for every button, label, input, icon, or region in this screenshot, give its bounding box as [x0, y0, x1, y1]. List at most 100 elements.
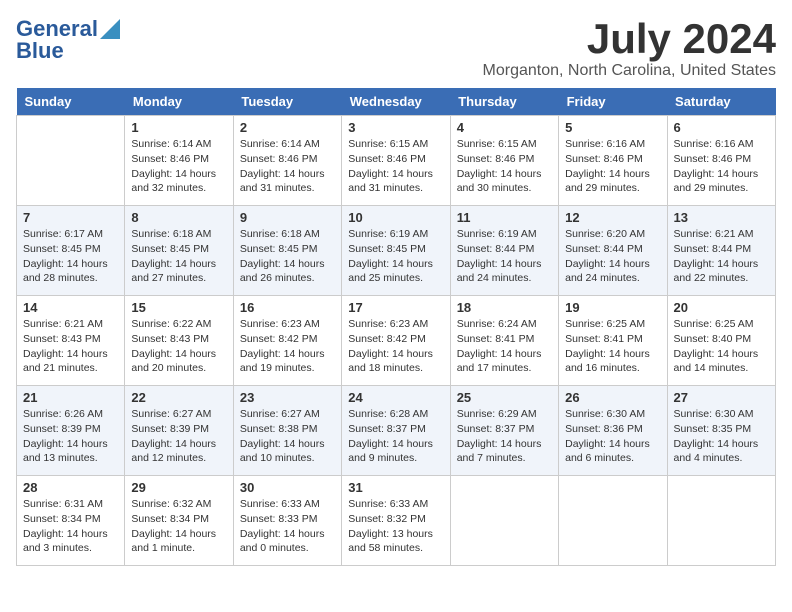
daylight-line2: and 13 minutes. [23, 451, 118, 466]
day-number: 17 [348, 300, 443, 315]
calendar-cell: 5Sunrise: 6:16 AMSunset: 8:46 PMDaylight… [559, 116, 667, 206]
day-number: 10 [348, 210, 443, 225]
calendar-cell: 10Sunrise: 6:19 AMSunset: 8:45 PMDayligh… [342, 206, 450, 296]
calendar-cell: 22Sunrise: 6:27 AMSunset: 8:39 PMDayligh… [125, 386, 233, 476]
sunrise-text: Sunrise: 6:32 AM [131, 497, 226, 512]
day-info: Sunrise: 6:23 AMSunset: 8:42 PMDaylight:… [348, 317, 443, 376]
daylight-line2: and 4 minutes. [674, 451, 769, 466]
sunrise-text: Sunrise: 6:25 AM [674, 317, 769, 332]
daylight-line2: and 17 minutes. [457, 361, 552, 376]
daylight-line1: Daylight: 14 hours [565, 257, 660, 272]
sunset-text: Sunset: 8:42 PM [348, 332, 443, 347]
day-info: Sunrise: 6:19 AMSunset: 8:44 PMDaylight:… [457, 227, 552, 286]
day-number: 5 [565, 120, 660, 135]
day-info: Sunrise: 6:27 AMSunset: 8:38 PMDaylight:… [240, 407, 335, 466]
sunrise-text: Sunrise: 6:21 AM [23, 317, 118, 332]
day-info: Sunrise: 6:18 AMSunset: 8:45 PMDaylight:… [131, 227, 226, 286]
weekday-header-saturday: Saturday [667, 88, 775, 116]
daylight-line1: Daylight: 14 hours [674, 347, 769, 362]
calendar-cell: 23Sunrise: 6:27 AMSunset: 8:38 PMDayligh… [233, 386, 341, 476]
daylight-line1: Daylight: 14 hours [565, 437, 660, 452]
daylight-line2: and 21 minutes. [23, 361, 118, 376]
daylight-line1: Daylight: 14 hours [457, 167, 552, 182]
daylight-line1: Daylight: 14 hours [674, 167, 769, 182]
sunset-text: Sunset: 8:46 PM [240, 152, 335, 167]
sunrise-text: Sunrise: 6:21 AM [674, 227, 769, 242]
day-number: 15 [131, 300, 226, 315]
weekday-header-monday: Monday [125, 88, 233, 116]
calendar-cell: 4Sunrise: 6:15 AMSunset: 8:46 PMDaylight… [450, 116, 558, 206]
sunrise-text: Sunrise: 6:23 AM [348, 317, 443, 332]
day-info: Sunrise: 6:15 AMSunset: 8:46 PMDaylight:… [348, 137, 443, 196]
weekday-header-wednesday: Wednesday [342, 88, 450, 116]
day-info: Sunrise: 6:27 AMSunset: 8:39 PMDaylight:… [131, 407, 226, 466]
daylight-line1: Daylight: 14 hours [240, 347, 335, 362]
calendar-cell [450, 476, 558, 566]
sunrise-text: Sunrise: 6:14 AM [240, 137, 335, 152]
sunrise-text: Sunrise: 6:20 AM [565, 227, 660, 242]
calendar-cell: 17 Sunrise: 6:23 AMSunset: 8:42 PMDayligh… [342, 296, 450, 386]
sunset-text: Sunset: 8:44 PM [565, 242, 660, 257]
daylight-line2: and 22 minutes. [674, 271, 769, 286]
day-info: Sunrise: 6:25 AMSunset: 8:40 PMDaylight:… [674, 317, 769, 376]
day-number: 1 [131, 120, 226, 135]
day-number: 30 [240, 480, 335, 495]
weekday-header-tuesday: Tuesday [233, 88, 341, 116]
sunset-text: Sunset: 8:41 PM [565, 332, 660, 347]
daylight-line2: and 28 minutes. [23, 271, 118, 286]
day-info: Sunrise: 6:25 AMSunset: 8:41 PMDaylight:… [565, 317, 660, 376]
sunrise-text: Sunrise: 6:24 AM [457, 317, 552, 332]
day-number: 7 [23, 210, 118, 225]
day-number: 11 [457, 210, 552, 225]
daylight-line2: and 3 minutes. [23, 541, 118, 556]
daylight-line1: Daylight: 14 hours [674, 437, 769, 452]
logo-icon [100, 19, 120, 39]
daylight-line1: Daylight: 14 hours [240, 437, 335, 452]
calendar-cell: 13Sunrise: 6:21 AMSunset: 8:44 PMDayligh… [667, 206, 775, 296]
calendar-cell: 9Sunrise: 6:18 AMSunset: 8:45 PMDaylight… [233, 206, 341, 296]
daylight-line1: Daylight: 14 hours [457, 347, 552, 362]
daylight-line1: Daylight: 14 hours [348, 437, 443, 452]
calendar-cell: 28Sunrise: 6:31 AMSunset: 8:34 PMDayligh… [17, 476, 125, 566]
sunset-text: Sunset: 8:45 PM [348, 242, 443, 257]
daylight-line1: Daylight: 14 hours [457, 257, 552, 272]
daylight-line1: Daylight: 14 hours [131, 347, 226, 362]
daylight-line2: and 0 minutes. [240, 541, 335, 556]
calendar-cell: 29Sunrise: 6:32 AMSunset: 8:34 PMDayligh… [125, 476, 233, 566]
sunset-text: Sunset: 8:33 PM [240, 512, 335, 527]
sunrise-text: Sunrise: 6:18 AM [131, 227, 226, 242]
sunrise-text: Sunrise: 6:27 AM [240, 407, 335, 422]
daylight-line1: Daylight: 14 hours [348, 347, 443, 362]
daylight-line2: and 6 minutes. [565, 451, 660, 466]
calendar-cell: 1Sunrise: 6:14 AMSunset: 8:46 PMDaylight… [125, 116, 233, 206]
daylight-line2: and 24 minutes. [457, 271, 552, 286]
sunset-text: Sunset: 8:45 PM [240, 242, 335, 257]
day-info: Sunrise: 6:22 AMSunset: 8:43 PMDaylight:… [131, 317, 226, 376]
sunset-text: Sunset: 8:46 PM [674, 152, 769, 167]
daylight-line1: Daylight: 14 hours [240, 257, 335, 272]
day-number: 4 [457, 120, 552, 135]
daylight-line2: and 12 minutes. [131, 451, 226, 466]
daylight-line1: Daylight: 14 hours [348, 167, 443, 182]
calendar-cell: 7Sunrise: 6:17 AMSunset: 8:45 PMDaylight… [17, 206, 125, 296]
daylight-line1: Daylight: 14 hours [457, 437, 552, 452]
daylight-line2: and 14 minutes. [674, 361, 769, 376]
daylight-line2: and 25 minutes. [348, 271, 443, 286]
daylight-line2: and 18 minutes. [348, 361, 443, 376]
sunrise-text: Sunrise: 6:26 AM [23, 407, 118, 422]
day-number: 2 [240, 120, 335, 135]
calendar-cell: 20Sunrise: 6:25 AMSunset: 8:40 PMDayligh… [667, 296, 775, 386]
day-number: 27 [674, 390, 769, 405]
day-info: Sunrise: 6:33 AMSunset: 8:32 PMDaylight:… [348, 497, 443, 556]
sunrise-text: Sunrise: 6:19 AM [348, 227, 443, 242]
day-number: 8 [131, 210, 226, 225]
daylight-line1: Daylight: 14 hours [23, 347, 118, 362]
sunrise-text: Sunrise: 6:18 AM [240, 227, 335, 242]
day-info: Sunrise: 6:26 AMSunset: 8:39 PMDaylight:… [23, 407, 118, 466]
sunset-text: Sunset: 8:42 PM [240, 332, 335, 347]
weekday-header-row: SundayMondayTuesdayWednesdayThursdayFrid… [17, 88, 776, 116]
sunrise-text: Sunrise: 6:17 AM [23, 227, 118, 242]
calendar-cell [17, 116, 125, 206]
sunrise-text: Sunrise: 6:30 AM [674, 407, 769, 422]
day-number: 13 [674, 210, 769, 225]
